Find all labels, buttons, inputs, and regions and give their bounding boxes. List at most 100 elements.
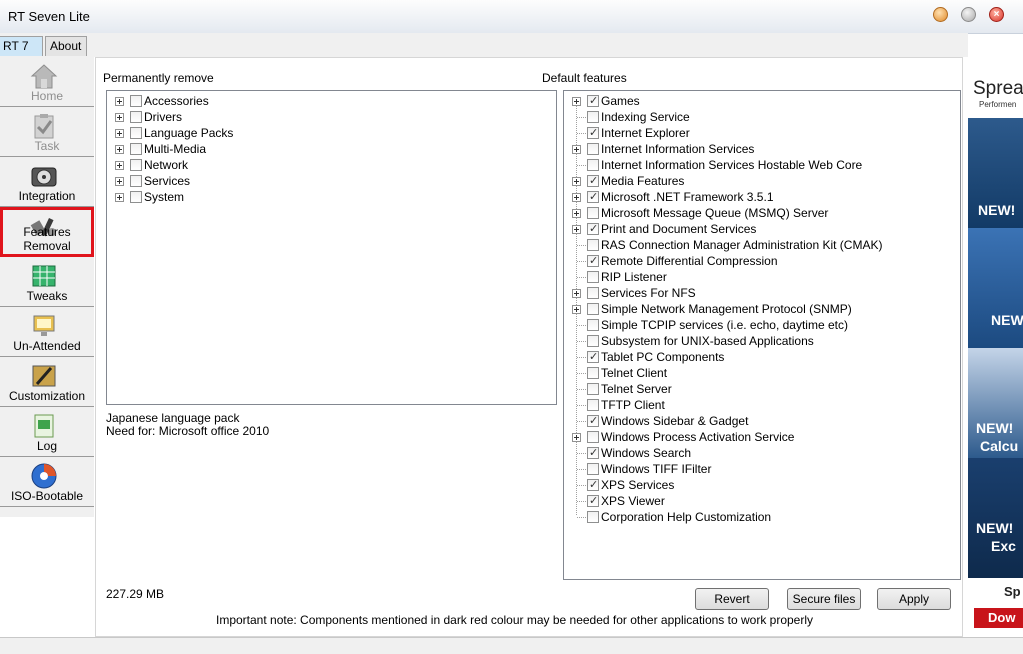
tab-about[interactable]: About bbox=[45, 36, 87, 56]
tree-node[interactable]: Remote Differential Compression bbox=[564, 253, 954, 269]
checkbox[interactable] bbox=[130, 111, 142, 123]
tree-node[interactable]: Multi-Media bbox=[107, 141, 497, 157]
checkbox[interactable] bbox=[587, 173, 599, 189]
checkbox[interactable] bbox=[587, 367, 599, 379]
tree-node[interactable]: Internet Information Services Hostable W… bbox=[564, 157, 954, 173]
expand-icon[interactable] bbox=[115, 161, 124, 170]
checkbox[interactable] bbox=[587, 303, 599, 315]
tree-node[interactable]: XPS Viewer bbox=[564, 493, 954, 509]
expand-icon[interactable] bbox=[572, 177, 581, 186]
tree-node[interactable]: Services For NFS bbox=[564, 285, 954, 301]
tree-node[interactable]: Corporation Help Customization bbox=[564, 509, 954, 525]
revert-button[interactable]: Revert bbox=[695, 588, 769, 610]
tree-node[interactable]: Telnet Server bbox=[564, 381, 954, 397]
secure-files-button[interactable]: Secure files bbox=[787, 588, 861, 610]
expand-icon[interactable] bbox=[572, 97, 581, 106]
checkbox[interactable] bbox=[130, 175, 142, 187]
expand-icon[interactable] bbox=[115, 113, 124, 122]
tree-node[interactable]: Windows Sidebar & Gadget bbox=[564, 413, 954, 429]
expand-icon[interactable] bbox=[572, 289, 581, 298]
tree-node[interactable]: Internet Information Services bbox=[564, 141, 954, 157]
tree-node[interactable]: Windows TIFF IFilter bbox=[564, 461, 954, 477]
ad-download-button[interactable]: Dow bbox=[974, 608, 1023, 628]
checkbox[interactable] bbox=[587, 239, 599, 251]
checkbox[interactable] bbox=[587, 111, 599, 123]
tree-node[interactable]: Windows Search bbox=[564, 445, 954, 461]
sidebar-item-home[interactable]: Home bbox=[0, 57, 94, 107]
checkbox[interactable] bbox=[587, 271, 599, 283]
checkbox[interactable] bbox=[587, 319, 599, 331]
expand-icon[interactable] bbox=[115, 145, 124, 154]
tree-node[interactable]: Drivers bbox=[107, 109, 497, 125]
minimize-button[interactable] bbox=[933, 7, 948, 22]
sidebar-item-unattended[interactable]: Un-Attended bbox=[0, 307, 94, 357]
checkbox[interactable] bbox=[587, 93, 599, 109]
checkbox[interactable] bbox=[130, 95, 142, 107]
sidebar-item-customization[interactable]: Customization bbox=[0, 357, 94, 407]
expand-icon[interactable] bbox=[572, 225, 581, 234]
checkbox[interactable] bbox=[130, 127, 142, 139]
tree-node[interactable]: Media Features bbox=[564, 173, 954, 189]
checkbox[interactable] bbox=[587, 287, 599, 299]
checkbox[interactable] bbox=[587, 445, 599, 461]
checkbox[interactable] bbox=[130, 159, 142, 171]
expand-icon[interactable] bbox=[572, 145, 581, 154]
ad-banner[interactable]: Sprea Performen NEW! NEW NEW! Calcu NEW!… bbox=[968, 38, 1023, 638]
checkbox[interactable] bbox=[587, 383, 599, 395]
checkbox[interactable] bbox=[587, 159, 599, 171]
expand-icon[interactable] bbox=[115, 129, 124, 138]
tree-node[interactable]: Subsystem for UNIX-based Applications bbox=[564, 333, 954, 349]
checkbox[interactable] bbox=[587, 221, 599, 237]
checkbox[interactable] bbox=[587, 511, 599, 523]
tree-node[interactable]: Accessories bbox=[107, 93, 497, 109]
tree-node[interactable]: Simple TCPIP services (i.e. echo, daytim… bbox=[564, 317, 954, 333]
tree-node[interactable]: Games bbox=[564, 93, 954, 109]
checkbox[interactable] bbox=[587, 431, 599, 443]
maximize-button[interactable] bbox=[961, 7, 976, 22]
tree-node[interactable]: Telnet Client bbox=[564, 365, 954, 381]
checkbox[interactable] bbox=[587, 349, 599, 365]
sidebar-item-integration[interactable]: Integration bbox=[0, 157, 94, 207]
tab-rt7lite[interactable]: RT 7 Lite bbox=[0, 36, 43, 71]
expand-icon[interactable] bbox=[115, 97, 124, 106]
tree-node[interactable]: Microsoft .NET Framework 3.5.1 bbox=[564, 189, 954, 205]
tree-node[interactable]: RAS Connection Manager Administration Ki… bbox=[564, 237, 954, 253]
tree-node[interactable]: System bbox=[107, 189, 497, 205]
checkbox[interactable] bbox=[587, 125, 599, 141]
expand-icon[interactable] bbox=[572, 433, 581, 442]
permanently-remove-tree[interactable]: Accessories Drivers Language Packs Multi-Me… bbox=[106, 90, 557, 405]
checkbox[interactable] bbox=[587, 253, 599, 269]
checkbox[interactable] bbox=[587, 207, 599, 219]
sidebar-item-features-removal[interactable]: Features Removal bbox=[0, 207, 94, 257]
close-button[interactable]: × bbox=[989, 7, 1004, 22]
default-features-tree[interactable]: Games Indexing Service Internet Explorer In… bbox=[563, 90, 961, 580]
tree-node[interactable]: Language Packs bbox=[107, 125, 497, 141]
checkbox[interactable] bbox=[587, 493, 599, 509]
tree-node[interactable]: Internet Explorer bbox=[564, 125, 954, 141]
sidebar-item-iso-bootable[interactable]: ISO-Bootable bbox=[0, 457, 94, 507]
tree-node[interactable]: Print and Document Services bbox=[564, 221, 954, 237]
expand-icon[interactable] bbox=[572, 193, 581, 202]
checkbox[interactable] bbox=[587, 399, 599, 411]
tree-node[interactable]: Simple Network Management Protocol (SNMP… bbox=[564, 301, 954, 317]
tree-node[interactable]: Services bbox=[107, 173, 497, 189]
tree-node[interactable]: Indexing Service bbox=[564, 109, 954, 125]
tree-node[interactable]: TFTP Client bbox=[564, 397, 954, 413]
sidebar-item-task[interactable]: Task bbox=[0, 107, 94, 157]
apply-button[interactable]: Apply bbox=[877, 588, 951, 610]
expand-icon[interactable] bbox=[572, 209, 581, 218]
tree-node[interactable]: Tablet PC Components bbox=[564, 349, 954, 365]
checkbox[interactable] bbox=[587, 143, 599, 155]
checkbox[interactable] bbox=[587, 413, 599, 429]
checkbox[interactable] bbox=[587, 463, 599, 475]
expand-icon[interactable] bbox=[572, 305, 581, 314]
tree-node[interactable]: Windows Process Activation Service bbox=[564, 429, 954, 445]
checkbox[interactable] bbox=[587, 189, 599, 205]
tree-node[interactable]: RIP Listener bbox=[564, 269, 954, 285]
checkbox[interactable] bbox=[130, 143, 142, 155]
sidebar-item-log[interactable]: Log bbox=[0, 407, 94, 457]
expand-icon[interactable] bbox=[115, 177, 124, 186]
expand-icon[interactable] bbox=[115, 193, 124, 202]
checkbox[interactable] bbox=[130, 191, 142, 203]
tree-node[interactable]: Network bbox=[107, 157, 497, 173]
